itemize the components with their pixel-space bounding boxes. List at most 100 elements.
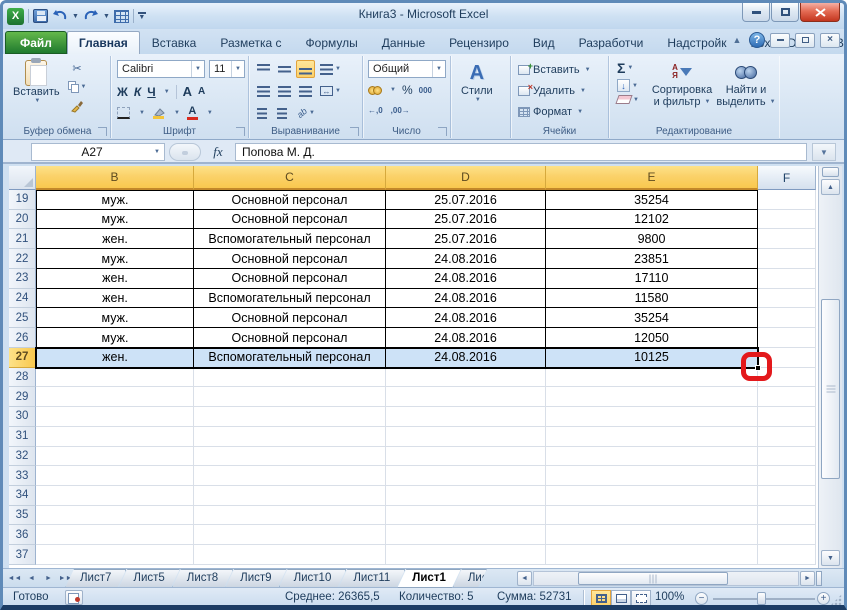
autosum-button[interactable]: Σ▼ <box>617 60 639 76</box>
fill-color-icon[interactable] <box>152 107 165 119</box>
font-size-combo[interactable]: 11▼ <box>209 60 245 78</box>
merge-center-button[interactable]: ↔▼ <box>317 82 344 100</box>
formula-input[interactable]: Попова М. Д. <box>235 143 807 161</box>
font-name-combo[interactable]: Calibri▼ <box>117 60 205 78</box>
cell[interactable] <box>758 328 816 348</box>
increase-indent-button[interactable] <box>274 104 290 122</box>
tab-split-handle[interactable] <box>816 571 822 586</box>
cell[interactable]: 24.08.2016 <box>386 289 546 309</box>
cell[interactable] <box>386 427 546 447</box>
cell[interactable] <box>758 269 816 289</box>
expand-formula-bar-button[interactable]: ▼ <box>812 143 836 161</box>
scroll-down-button[interactable]: ▼ <box>821 550 840 566</box>
prev-sheet-button[interactable]: ◄ <box>24 571 39 585</box>
cell[interactable] <box>194 545 386 565</box>
column-header-B[interactable]: B <box>36 166 194 190</box>
ribbon-tab-Разработчи[interactable]: Разработчи <box>567 31 656 54</box>
vertical-scrollbar[interactable]: ▲ ▼ <box>818 166 842 568</box>
cell[interactable] <box>36 387 194 407</box>
borders-icon[interactable] <box>117 107 130 119</box>
row-header-35[interactable]: 35 <box>9 506 36 526</box>
formula-bar-splitter[interactable] <box>169 143 201 161</box>
cell[interactable]: 24.08.2016 <box>386 249 546 269</box>
cell[interactable] <box>36 486 194 506</box>
align-bottom-button[interactable] <box>296 60 315 78</box>
ribbon-tab-Данные[interactable]: Данные <box>370 31 437 54</box>
row-header-29[interactable]: 29 <box>9 387 36 407</box>
cell[interactable]: муж. <box>36 190 194 210</box>
cell[interactable] <box>758 348 816 368</box>
cell[interactable] <box>386 387 546 407</box>
cell[interactable]: 25.07.2016 <box>386 210 546 230</box>
cell[interactable]: жен. <box>36 289 194 309</box>
split-handle[interactable] <box>822 167 839 177</box>
cell[interactable] <box>194 447 386 467</box>
cell[interactable]: 10125 <box>546 348 758 368</box>
cut-button[interactable]: ✂ <box>67 59 87 77</box>
format-painter-button[interactable] <box>67 97 87 115</box>
insert-cells-button[interactable]: + Вставить▼ <box>518 61 591 79</box>
cell[interactable]: жен. <box>36 229 194 249</box>
cell[interactable]: Вспомогательный персонал <box>194 289 386 309</box>
cell[interactable] <box>386 486 546 506</box>
cell[interactable] <box>194 407 386 427</box>
styles-button[interactable]: А Стили ▼ <box>461 62 493 103</box>
cell[interactable]: Основной персонал <box>194 269 386 289</box>
cell[interactable] <box>758 466 816 486</box>
close-button[interactable] <box>800 3 840 22</box>
cell[interactable] <box>386 506 546 526</box>
sheet-tab-Лист1[interactable]: Лист1 <box>397 569 461 588</box>
ribbon-tab-Главная[interactable]: Главная <box>67 31 140 54</box>
row-header-19[interactable]: 19 <box>9 190 36 210</box>
cell[interactable] <box>546 466 758 486</box>
insert-function-button[interactable]: fx <box>203 143 233 161</box>
fill-handle[interactable] <box>755 365 761 371</box>
grow-font-button[interactable]: А <box>183 84 192 99</box>
cell[interactable] <box>194 427 386 447</box>
column-header-C[interactable]: C <box>194 166 386 190</box>
cell[interactable]: Вспомогательный персонал <box>194 348 386 368</box>
row-header-24[interactable]: 24 <box>9 289 36 309</box>
column-header-F[interactable]: F <box>758 166 816 190</box>
row-header-20[interactable]: 20 <box>9 210 36 230</box>
minimize-button[interactable] <box>742 3 770 22</box>
cell[interactable] <box>36 407 194 427</box>
scroll-up-button[interactable]: ▲ <box>821 179 840 195</box>
vertical-scroll-thumb[interactable] <box>821 299 840 479</box>
cell[interactable] <box>36 447 194 467</box>
clear-button[interactable]: ▼ <box>617 95 639 104</box>
ribbon-tab-Надстройк[interactable]: Надстройк <box>655 31 738 54</box>
cell[interactable] <box>194 486 386 506</box>
fill-button[interactable]: ↓▼ <box>617 79 639 92</box>
cell[interactable]: Основной персонал <box>194 249 386 269</box>
ribbon-tab-Вид[interactable]: Вид <box>521 31 567 54</box>
cell[interactable]: 12050 <box>546 328 758 348</box>
cell[interactable] <box>386 447 546 467</box>
zoom-out-button[interactable]: − <box>695 592 708 605</box>
row-header-21[interactable]: 21 <box>9 229 36 249</box>
cell[interactable] <box>36 466 194 486</box>
cell[interactable] <box>758 486 816 506</box>
horizontal-scroll-track[interactable] <box>533 571 799 586</box>
row-header-31[interactable]: 31 <box>9 427 36 447</box>
sheet-tab-Лист7[interactable]: Лист7 <box>65 569 126 588</box>
comma-format-button[interactable]: 000 <box>419 86 432 95</box>
currency-format-icon[interactable] <box>368 86 382 95</box>
cell[interactable] <box>194 525 386 545</box>
align-left-button[interactable] <box>254 82 273 100</box>
increase-decimal-button[interactable]: ←,0 <box>368 106 383 115</box>
page-layout-view-button[interactable] <box>611 590 631 607</box>
cell[interactable] <box>758 407 816 427</box>
cell[interactable] <box>546 427 758 447</box>
ribbon-tab-Разметка с[interactable]: Разметка с <box>208 31 293 54</box>
workbook-close-button[interactable]: × <box>820 33 840 48</box>
font-color-icon[interactable]: А <box>187 106 198 120</box>
cell[interactable] <box>758 447 816 467</box>
sheet-tab-Лист9[interactable]: Лист9 <box>225 569 286 588</box>
row-header-34[interactable]: 34 <box>9 486 36 506</box>
decrease-indent-button[interactable] <box>254 104 270 122</box>
cell[interactable] <box>546 506 758 526</box>
cell[interactable]: 9800 <box>546 229 758 249</box>
row-header-23[interactable]: 23 <box>9 269 36 289</box>
cell[interactable]: муж. <box>36 308 194 328</box>
